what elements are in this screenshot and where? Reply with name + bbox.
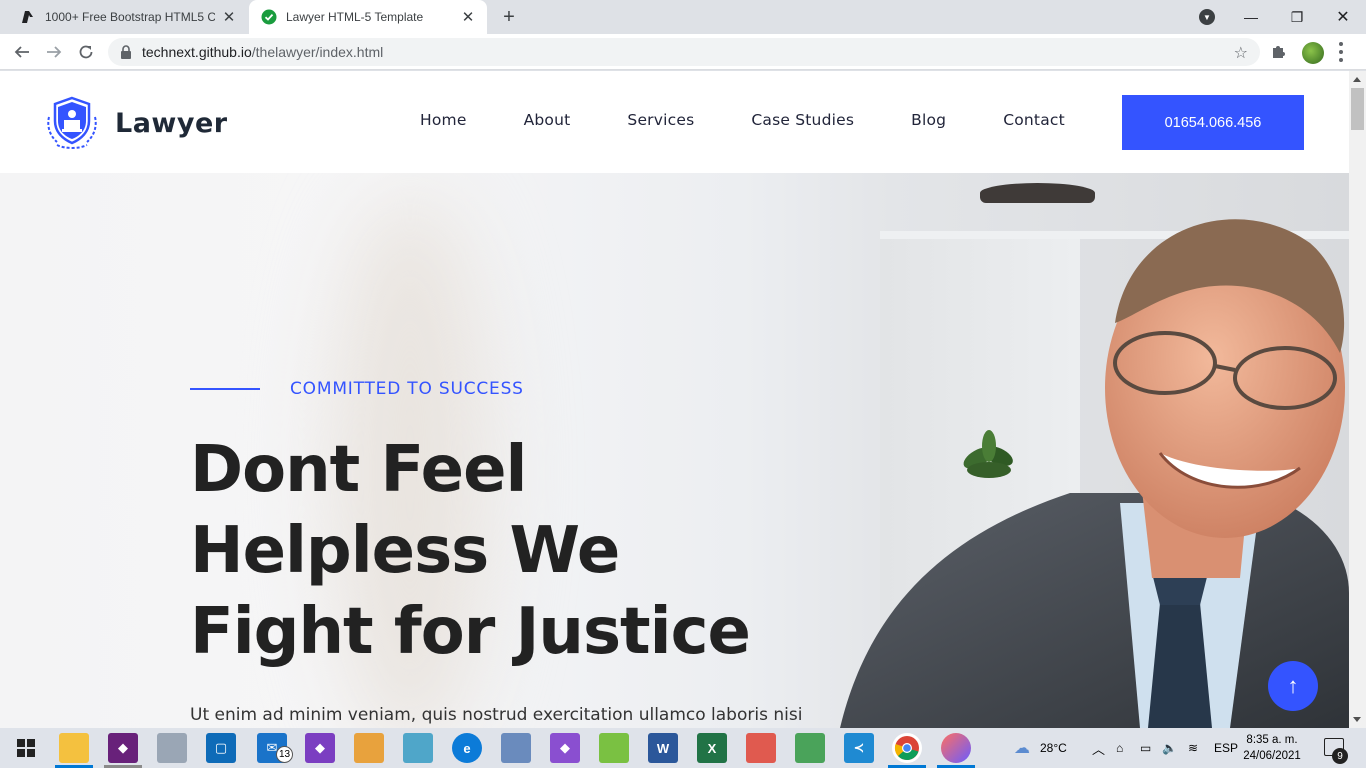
address-bar[interactable]: technext.github.io/thelawyer/index.html …: [108, 38, 1260, 66]
main-navigation: Home About Services Case Studies Blog Co…: [420, 111, 1122, 129]
hero-kicker: COMMITTED TO SUCCESS: [190, 379, 524, 399]
notification-count: 9: [1332, 748, 1348, 764]
tab-themewagon[interactable]: 1000+ Free Bootstrap HTML5 CS ✕: [8, 0, 248, 34]
volume-icon[interactable]: 🔈: [1162, 728, 1177, 768]
browser-menu-icon[interactable]: [1338, 42, 1344, 62]
scroll-up-arrow-icon[interactable]: [1353, 77, 1361, 82]
headline-line-2: Helpless We: [190, 514, 620, 588]
nav-contact[interactable]: Contact: [1003, 111, 1065, 129]
forward-arrow-icon[interactable]: [40, 38, 68, 66]
check-circle-favicon-icon: [261, 9, 277, 25]
tab-search-icon[interactable]: ▼: [1199, 9, 1215, 25]
profile-avatar[interactable]: [1302, 42, 1324, 64]
scroll-to-top-button[interactable]: ↑: [1268, 661, 1318, 711]
excel-icon[interactable]: X: [697, 733, 727, 763]
headline-line-1: Dont Feel: [190, 433, 527, 507]
app-tool-2-icon[interactable]: [795, 733, 825, 763]
minimize-button[interactable]: —: [1228, 0, 1274, 34]
scroll-down-arrow-icon[interactable]: [1353, 717, 1361, 722]
extensions-puzzle-icon[interactable]: [1270, 43, 1286, 64]
page-viewport: Lawyer Home About Services Case Studies …: [0, 71, 1349, 728]
show-hidden-icons-icon[interactable]: ︿: [1092, 728, 1105, 768]
hero-headline: Dont Feel Helpless We Fight for Justice: [190, 430, 810, 673]
system-clock[interactable]: 8:35 a. m. 24/06/2021: [1243, 732, 1301, 764]
clock-time: 8:35 a. m.: [1246, 734, 1298, 746]
hero-section: COMMITTED TO SUCCESS Dont Feel Helpless …: [0, 173, 1349, 728]
vscode-icon[interactable]: ≺: [844, 733, 874, 763]
lawyer-shield-logo-icon: [47, 96, 97, 149]
nav-services[interactable]: Services: [627, 111, 694, 129]
windows-taskbar: ◆ ▢ ✉ 13 ◆ e ◆ W X ≺ ☁ 28°C ︿ ⌂ ▭ 🔈 ≋ ES…: [0, 728, 1366, 768]
phone-button[interactable]: 01654.066.456: [1122, 95, 1304, 150]
clock-date: 24/06/2021: [1243, 750, 1301, 762]
edge-browser-icon[interactable]: e: [452, 733, 482, 763]
url-path: /thelawyer/index.html: [251, 44, 384, 60]
terminal-icon[interactable]: ▢: [206, 733, 236, 763]
tab-title: 1000+ Free Bootstrap HTML5 CS: [45, 10, 215, 24]
database-tool-icon[interactable]: [501, 733, 531, 763]
nav-blog[interactable]: Blog: [911, 111, 946, 129]
restore-button[interactable]: ❐: [1274, 0, 1320, 34]
paint-app-icon[interactable]: [941, 733, 971, 763]
weather-cloud-icon: ☁: [1014, 740, 1030, 757]
nav-case-studies[interactable]: Case Studies: [751, 111, 854, 129]
scrollbar-thumb[interactable]: [1351, 88, 1364, 130]
lock-icon: [121, 45, 131, 59]
visual-studio-icon[interactable]: ◆: [108, 733, 138, 763]
weather-widget[interactable]: ☁ 28°C: [1014, 728, 1067, 768]
language-indicator[interactable]: ESP: [1214, 728, 1238, 768]
logo-text: Lawyer: [115, 107, 228, 139]
tab-title: Lawyer HTML-5 Template: [286, 10, 424, 24]
arrow-up-icon: ↑: [1287, 673, 1299, 698]
reload-icon[interactable]: [72, 38, 100, 66]
word-icon[interactable]: W: [648, 733, 678, 763]
mail-badge: 13: [276, 746, 293, 763]
notes-icon[interactable]: [403, 733, 433, 763]
close-tab-icon[interactable]: ✕: [220, 8, 238, 26]
wifi-icon[interactable]: ≋: [1188, 728, 1198, 768]
tab-lawyer[interactable]: Lawyer HTML-5 Template ✕: [249, 0, 487, 34]
browser-toolbar: technext.github.io/thelawyer/index.html …: [0, 34, 1366, 70]
nav-home[interactable]: Home: [420, 111, 467, 129]
hero-lead-text: Ut enim ad minim veniam, quis nostrud ex…: [190, 705, 803, 725]
site-header: Lawyer Home About Services Case Studies …: [0, 71, 1349, 173]
windows-start-icon[interactable]: [11, 733, 41, 763]
nav-about[interactable]: About: [524, 111, 571, 129]
kicker-text: COMMITTED TO SUCCESS: [290, 379, 524, 399]
lawyer-portrait-image: [840, 219, 1349, 728]
app-tool-icon[interactable]: [746, 733, 776, 763]
sync-tool-icon[interactable]: [599, 733, 629, 763]
picture-viewer-icon[interactable]: [354, 733, 384, 763]
back-arrow-icon[interactable]: [8, 38, 36, 66]
site-logo[interactable]: Lawyer: [43, 95, 228, 151]
browser-tab-strip: 1000+ Free Bootstrap HTML5 CS ✕ Lawyer H…: [0, 0, 1366, 34]
visual-studio-2-icon[interactable]: ◆: [305, 733, 335, 763]
themewagon-favicon-icon: [20, 9, 36, 25]
file-explorer-icon[interactable]: [59, 733, 89, 763]
headline-line-3: Fight for Justice: [190, 595, 751, 669]
battery-icon[interactable]: ▭: [1140, 728, 1151, 768]
close-window-button[interactable]: ✕: [1320, 0, 1366, 34]
new-tab-button[interactable]: +: [498, 6, 520, 28]
bookmark-star-icon[interactable]: ☆: [1234, 43, 1248, 63]
close-tab-icon[interactable]: ✕: [459, 8, 477, 26]
visual-studio-3-icon[interactable]: ◆: [550, 733, 580, 763]
page-scrollbar[interactable]: [1349, 71, 1366, 728]
url-host: technext.github.io: [142, 44, 252, 60]
weather-temp: 28°C: [1040, 741, 1067, 755]
snipping-tool-icon[interactable]: [157, 733, 187, 763]
kicker-line: [190, 388, 260, 390]
chrome-icon[interactable]: [892, 733, 922, 763]
meet-now-icon[interactable]: ⌂: [1116, 728, 1123, 768]
